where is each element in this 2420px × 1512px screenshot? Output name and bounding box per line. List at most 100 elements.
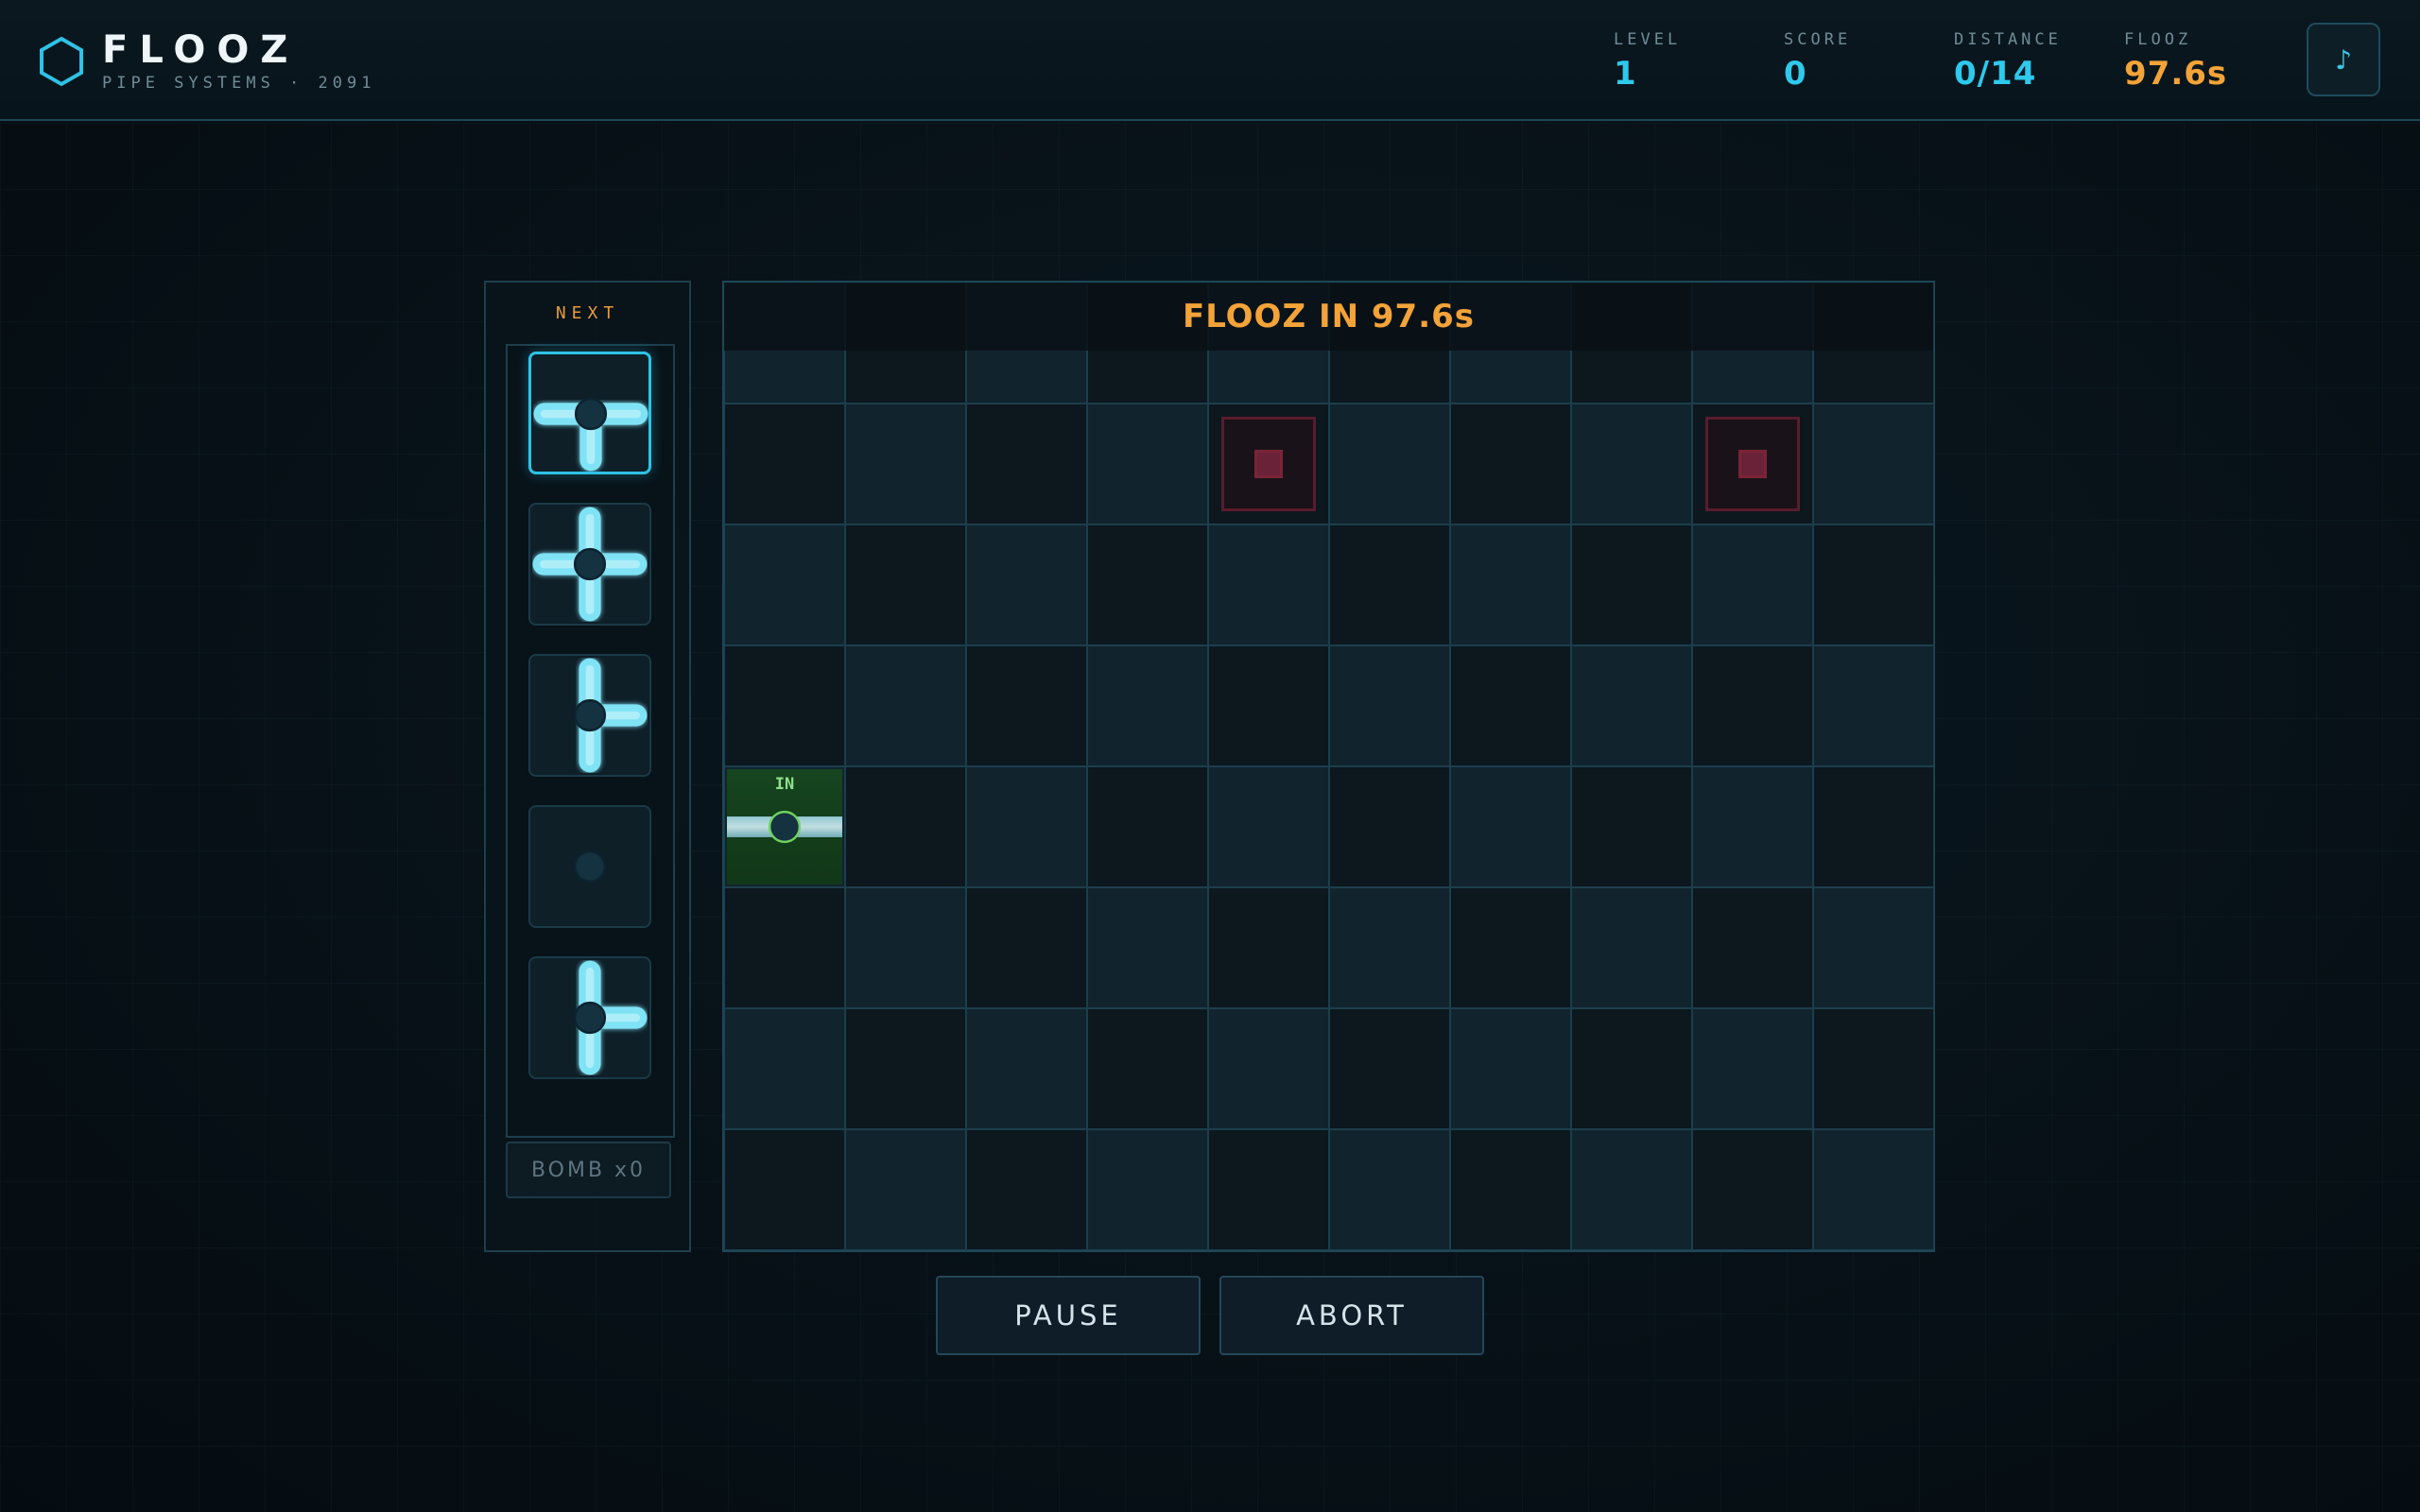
board-cell-r3-c0[interactable] xyxy=(724,645,845,766)
board-cell-r4-c9[interactable] xyxy=(1813,766,1934,887)
board-cell-r1-c2[interactable] xyxy=(966,404,1087,524)
board-cell-r5-c9[interactable] xyxy=(1813,887,1934,1008)
music-note-icon: ♪ xyxy=(2335,43,2352,76)
board-cell-r3-c8[interactable] xyxy=(1692,645,1813,766)
board-cell-r3-c5[interactable] xyxy=(1329,645,1450,766)
board-cell-r5-c7[interactable] xyxy=(1571,887,1692,1008)
tee-down-pipe-icon xyxy=(533,397,648,472)
distance-label: DISTANCE xyxy=(1954,30,2062,49)
flooz-label: FLOOZ xyxy=(2124,30,2192,49)
straight-horizontal-pipe-icon xyxy=(532,850,648,884)
board-cell-r4-c3[interactable] xyxy=(1087,766,1208,887)
blocker-square-icon xyxy=(1254,450,1283,478)
board-cell-r2-c9[interactable] xyxy=(1813,524,1934,645)
board-cell-r1-c0[interactable] xyxy=(724,404,845,524)
board-cell-r7-c9[interactable] xyxy=(1813,1129,1934,1250)
queue-piece-5 xyxy=(528,956,651,1079)
board-cell-r1-c5[interactable] xyxy=(1329,404,1450,524)
board-cell-r1-c6[interactable] xyxy=(1450,404,1571,524)
board-cell-r1-c3[interactable] xyxy=(1087,404,1208,524)
flooz-source-cell: IN xyxy=(727,769,842,885)
board-cell-r4-c2[interactable] xyxy=(966,766,1087,887)
board-cell-r3-c4[interactable] xyxy=(1208,645,1329,766)
board-cell-r4-c1[interactable] xyxy=(845,766,966,887)
flooz-stat: FLOOZ 97.6s xyxy=(2124,30,2227,93)
board-cell-r3-c6[interactable] xyxy=(1450,645,1571,766)
board-cell-r2-c2[interactable] xyxy=(966,524,1087,645)
board-cell-r4-c4[interactable] xyxy=(1208,766,1329,887)
board-cell-r5-c5[interactable] xyxy=(1329,887,1450,1008)
level-stat: LEVEL 1 xyxy=(1614,30,1681,93)
board-cell-r4-c8[interactable] xyxy=(1692,766,1813,887)
board-cell-r2-c8[interactable] xyxy=(1692,524,1813,645)
board-cell-r6-c2[interactable] xyxy=(966,1008,1087,1129)
board-cell-r6-c3[interactable] xyxy=(1087,1008,1208,1129)
board-cell-r3-c9[interactable] xyxy=(1813,645,1934,766)
board-cell-r5-c1[interactable] xyxy=(845,887,966,1008)
board-cell-r2-c5[interactable] xyxy=(1329,524,1450,645)
score-stat: SCORE 0 xyxy=(1784,30,1851,93)
source-pipe-icon xyxy=(727,810,842,844)
board-cell-r7-c4[interactable] xyxy=(1208,1129,1329,1250)
board-cell-r7-c3[interactable] xyxy=(1087,1129,1208,1250)
board-cell-r6-c5[interactable] xyxy=(1329,1008,1450,1129)
next-label: NEXT xyxy=(555,303,620,323)
board-cell-r5-c6[interactable] xyxy=(1450,887,1571,1008)
pause-button[interactable]: PAUSE xyxy=(936,1276,1201,1355)
board-cell-r6-c9[interactable] xyxy=(1813,1008,1934,1129)
distance-stat: DISTANCE 0/14 xyxy=(1954,30,2062,93)
board-cell-r6-c7[interactable] xyxy=(1571,1008,1692,1129)
board-cell-r5-c2[interactable] xyxy=(966,887,1087,1008)
score-value: 0 xyxy=(1784,55,1807,93)
board-cell-r2-c0[interactable] xyxy=(724,524,845,645)
board-cell-r6-c8[interactable] xyxy=(1692,1008,1813,1129)
board-cell-r1-c1[interactable] xyxy=(845,404,966,524)
board-cell-r4-c7[interactable] xyxy=(1571,766,1692,887)
board-cell-r5-c3[interactable] xyxy=(1087,887,1208,1008)
tee-right-pipe-icon xyxy=(573,960,648,1075)
board-cell-r7-c1[interactable] xyxy=(845,1129,966,1250)
board-cell-r4-c5[interactable] xyxy=(1329,766,1450,887)
board-cell-r4-c6[interactable] xyxy=(1450,766,1571,887)
board-cell-r7-c7[interactable] xyxy=(1571,1129,1692,1250)
board-cell-r5-c0[interactable] xyxy=(724,887,845,1008)
app-subtitle: PIPE SYSTEMS · 2091 xyxy=(102,74,376,93)
board-cell-r6-c6[interactable] xyxy=(1450,1008,1571,1129)
abort-button[interactable]: ABORT xyxy=(1219,1276,1484,1355)
board-cell-r2-c1[interactable] xyxy=(845,524,966,645)
queue-piece-1[interactable] xyxy=(528,352,651,474)
blocker-tile xyxy=(1221,417,1316,511)
board-cell-r6-c1[interactable] xyxy=(845,1008,966,1129)
board-cell-r7-c0[interactable] xyxy=(724,1129,845,1250)
blocker-square-icon xyxy=(1738,450,1767,478)
board-cell-r7-c8[interactable] xyxy=(1692,1129,1813,1250)
board-cell-r3-c2[interactable] xyxy=(966,645,1087,766)
distance-value: 0/14 xyxy=(1954,55,2037,93)
level-value: 1 xyxy=(1614,55,1637,93)
board-cell-r2-c4[interactable] xyxy=(1208,524,1329,645)
queue-piece-3 xyxy=(528,654,651,777)
board-cell-r6-c0[interactable] xyxy=(724,1008,845,1129)
board-cell-r3-c1[interactable] xyxy=(845,645,966,766)
board-cell-r1-c9[interactable] xyxy=(1813,404,1934,524)
board-cell-r2-c3[interactable] xyxy=(1087,524,1208,645)
board-cell-r7-c6[interactable] xyxy=(1450,1129,1571,1250)
board-cell-r1-c7[interactable] xyxy=(1571,404,1692,524)
queue-piece-2 xyxy=(528,503,651,626)
board-cell-r7-c5[interactable] xyxy=(1329,1129,1450,1250)
queue-piece-4 xyxy=(528,805,651,928)
board-cell-r6-c4[interactable] xyxy=(1208,1008,1329,1129)
board-cell-r2-c7[interactable] xyxy=(1571,524,1692,645)
hexagon-logo-icon xyxy=(40,36,83,87)
bomb-button[interactable]: BOMB x0 xyxy=(506,1142,671,1198)
blocker-tile xyxy=(1705,417,1800,511)
board-cell-r3-c7[interactable] xyxy=(1571,645,1692,766)
board-cell-r2-c6[interactable] xyxy=(1450,524,1571,645)
tee-right-pipe-icon xyxy=(573,658,648,773)
board-cell-r7-c2[interactable] xyxy=(966,1129,1087,1250)
cross-pipe-icon xyxy=(532,507,648,622)
music-toggle-button[interactable]: ♪ xyxy=(2307,23,2380,96)
board-cell-r5-c8[interactable] xyxy=(1692,887,1813,1008)
board-cell-r3-c3[interactable] xyxy=(1087,645,1208,766)
board-cell-r5-c4[interactable] xyxy=(1208,887,1329,1008)
